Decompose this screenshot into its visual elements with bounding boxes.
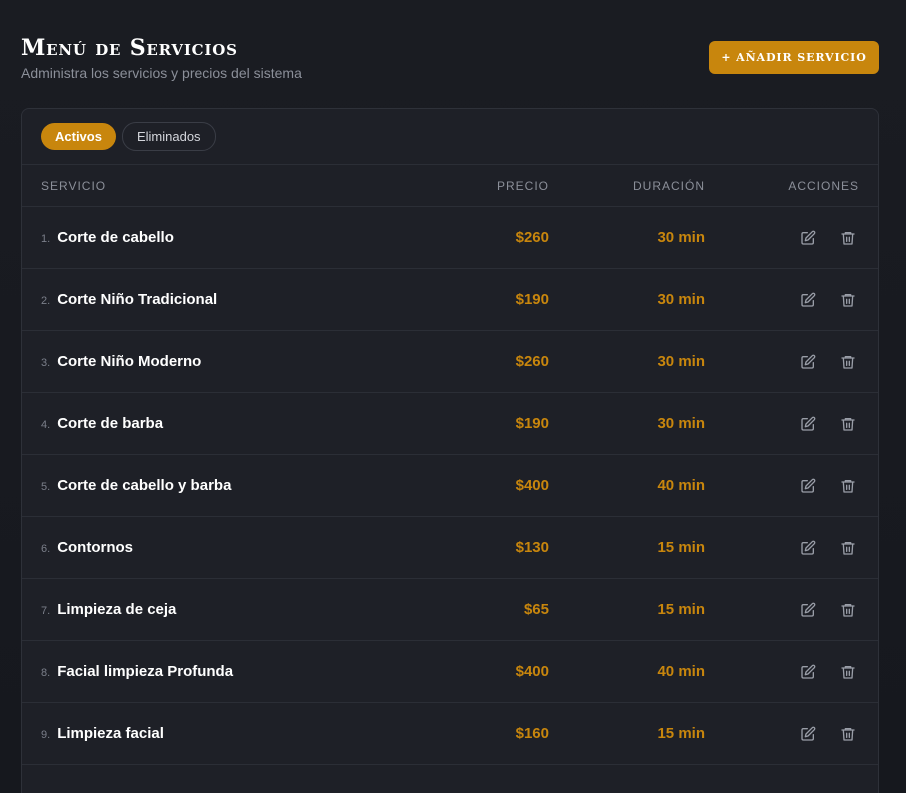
- edit-icon[interactable]: [799, 539, 817, 557]
- table-row: 1. Corte de cabello $260 30 min: [22, 207, 878, 269]
- service-duration: 30 min: [657, 353, 705, 370]
- service-duration: 15 min: [657, 539, 705, 556]
- service-duration: 30 min: [657, 229, 705, 246]
- trash-icon[interactable]: [839, 663, 857, 681]
- page: Menú de Servicios Administra los servici…: [0, 0, 906, 793]
- table-row: 2. Corte Niño Tradicional $190 30 min: [22, 269, 878, 331]
- service-price: $400: [515, 477, 549, 494]
- service-cell: 5. Corte de cabello y barba: [22, 477, 417, 494]
- service-duration: 40 min: [657, 663, 705, 680]
- trash-icon[interactable]: [839, 477, 857, 495]
- trash-icon[interactable]: [839, 291, 857, 309]
- edit-icon[interactable]: [799, 663, 817, 681]
- status-tabs: Activos Eliminados: [22, 109, 878, 165]
- column-header-duration: Duración: [632, 178, 705, 193]
- row-actions: [705, 353, 878, 371]
- service-price: $400: [515, 663, 549, 680]
- row-number: 7.: [41, 605, 51, 617]
- table-row: 8. Facial limpieza Profunda $400 40 min: [22, 641, 878, 703]
- services-card: Activos Eliminados Servicio Precio Durac…: [21, 108, 879, 793]
- service-name: Corte Niño Moderno: [57, 353, 202, 370]
- table-body: 1. Corte de cabello $260 30 min 2. Corte…: [22, 207, 878, 765]
- row-number: 2.: [41, 295, 51, 307]
- service-name: Limpieza de ceja: [57, 601, 177, 618]
- edit-icon[interactable]: [799, 725, 817, 743]
- tab-active[interactable]: Activos: [41, 123, 116, 150]
- service-duration: 30 min: [657, 291, 705, 308]
- service-name: Contornos: [57, 539, 134, 556]
- service-name: Facial limpieza Profunda: [57, 663, 234, 680]
- service-price: $190: [515, 415, 549, 432]
- edit-icon[interactable]: [799, 601, 817, 619]
- service-price: $130: [515, 539, 549, 556]
- row-number: 9.: [41, 729, 51, 741]
- table-header: Servicio Precio Duración Acciones: [22, 165, 878, 207]
- table-row: 6. Contornos $130 15 min: [22, 517, 878, 579]
- service-price: $260: [515, 353, 549, 370]
- service-name: Corte de cabello: [57, 229, 174, 246]
- service-price: $160: [515, 725, 549, 742]
- row-actions: [705, 291, 878, 309]
- service-duration: 40 min: [657, 477, 705, 494]
- edit-icon[interactable]: [799, 477, 817, 495]
- service-cell: 8. Facial limpieza Profunda: [22, 663, 417, 680]
- service-cell: 9. Limpieza facial: [22, 725, 417, 742]
- table-row: 5. Corte de cabello y barba $400 40 min: [22, 455, 878, 517]
- edit-icon[interactable]: [799, 229, 817, 247]
- row-actions: [705, 477, 878, 495]
- service-duration: 15 min: [657, 601, 705, 618]
- service-cell: 7. Limpieza de ceja: [22, 601, 417, 618]
- edit-icon[interactable]: [799, 353, 817, 371]
- trash-icon[interactable]: [839, 229, 857, 247]
- page-header: Menú de Servicios Administra los servici…: [21, 34, 879, 94]
- column-header-service: Servicio: [41, 178, 107, 193]
- service-name: Corte de cabello y barba: [57, 477, 232, 494]
- trash-icon[interactable]: [839, 539, 857, 557]
- service-cell: 1. Corte de cabello: [22, 229, 417, 246]
- service-cell: 2. Corte Niño Tradicional: [22, 291, 417, 308]
- add-service-button[interactable]: + Añadir Servicio: [709, 41, 879, 74]
- table-row: 4. Corte de barba $190 30 min: [22, 393, 878, 455]
- edit-icon[interactable]: [799, 291, 817, 309]
- column-header-price: Precio: [496, 178, 549, 193]
- service-cell: 3. Corte Niño Moderno: [22, 353, 417, 370]
- edit-icon[interactable]: [799, 415, 817, 433]
- service-name: Corte Niño Tradicional: [57, 291, 218, 308]
- service-cell: 4. Corte de barba: [22, 415, 417, 432]
- trash-icon[interactable]: [839, 415, 857, 433]
- service-name: Limpieza facial: [57, 725, 164, 742]
- row-actions: [705, 663, 878, 681]
- table-row: 9. Limpieza facial $160 15 min: [22, 703, 878, 765]
- column-header-actions: Acciones: [788, 178, 859, 193]
- trash-icon[interactable]: [839, 601, 857, 619]
- row-number: 8.: [41, 667, 51, 679]
- row-actions: [705, 229, 878, 247]
- service-price: $260: [515, 229, 549, 246]
- service-price: $65: [523, 601, 549, 618]
- row-number: 1.: [41, 233, 51, 245]
- service-duration: 15 min: [657, 725, 705, 742]
- service-price: $190: [515, 291, 549, 308]
- row-number: 3.: [41, 357, 51, 369]
- table-row: 3. Corte Niño Moderno $260 30 min: [22, 331, 878, 393]
- row-actions: [705, 415, 878, 433]
- row-number: 5.: [41, 481, 51, 493]
- service-name: Corte de barba: [57, 415, 164, 432]
- trash-icon[interactable]: [839, 353, 857, 371]
- row-actions: [705, 539, 878, 557]
- table-row: 7. Limpieza de ceja $65 15 min: [22, 579, 878, 641]
- row-number: 6.: [41, 543, 51, 555]
- trash-icon[interactable]: [839, 725, 857, 743]
- row-actions: [705, 725, 878, 743]
- row-number: 4.: [41, 419, 51, 431]
- row-actions: [705, 601, 878, 619]
- service-duration: 30 min: [657, 415, 705, 432]
- tab-deleted[interactable]: Eliminados: [121, 122, 216, 151]
- service-cell: 6. Contornos: [22, 539, 417, 556]
